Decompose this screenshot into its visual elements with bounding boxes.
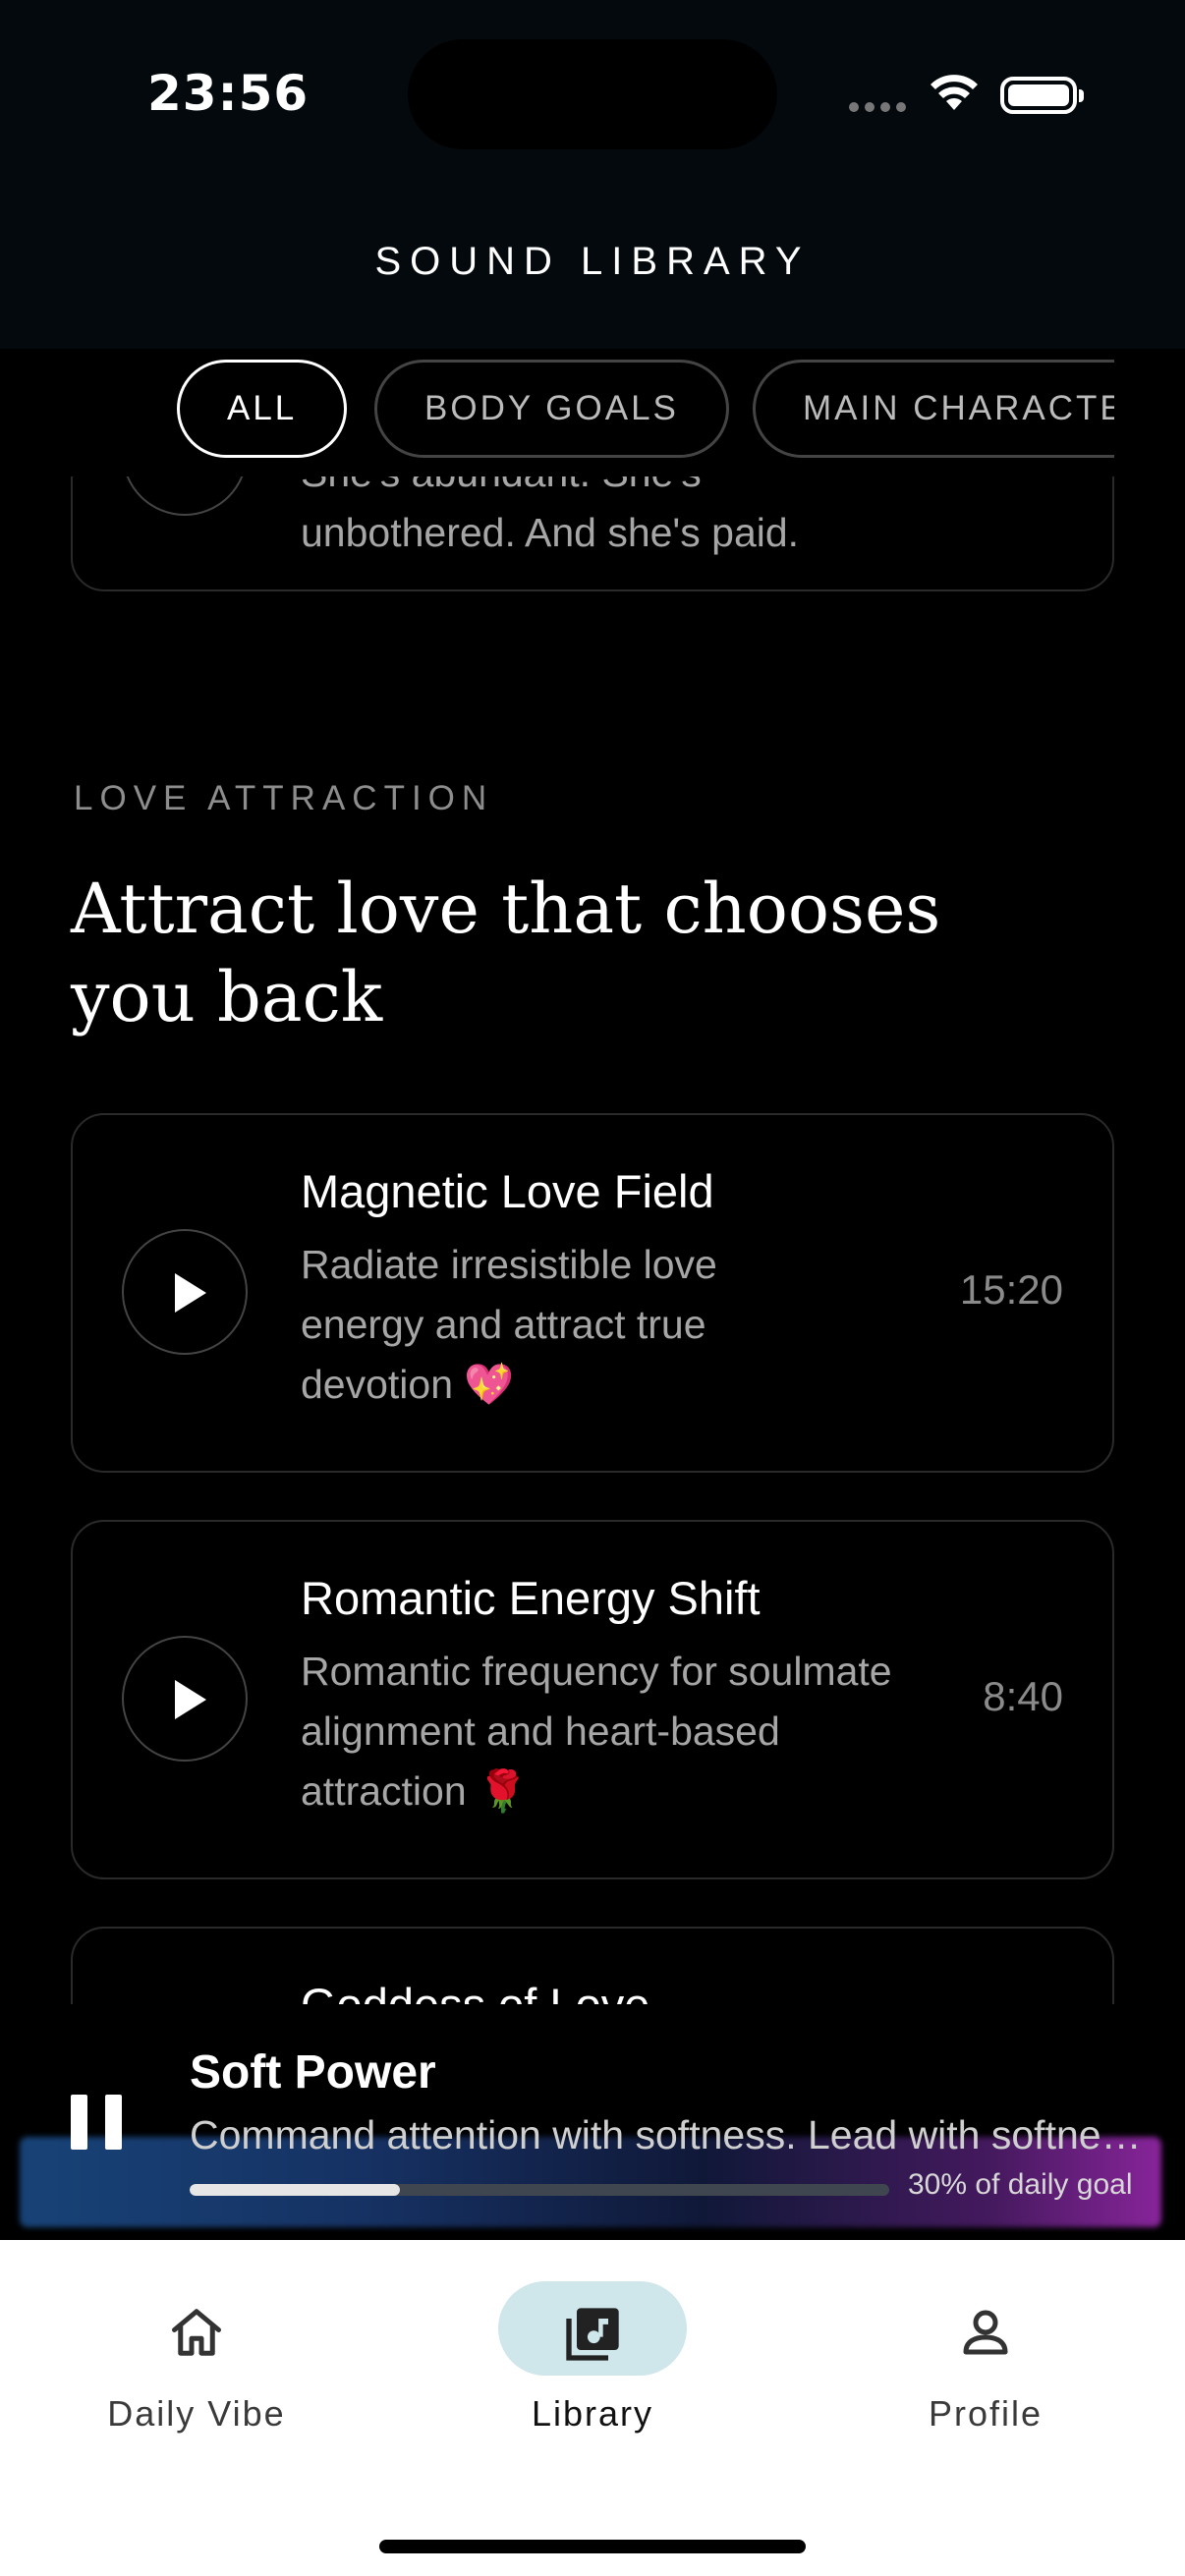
track-card-partial[interactable]: She's abundant. She's unbothered. And sh… — [71, 476, 1114, 591]
track-description-line: unbothered. And she's paid. — [301, 510, 800, 555]
cellular-signal-icon — [849, 102, 906, 112]
track-card[interactable]: Romantic Energy Shift Romantic frequency… — [71, 1520, 1114, 1879]
section-label: LOVE ATTRACTION — [74, 779, 494, 817]
progress-bar[interactable] — [190, 2184, 889, 2196]
track-card[interactable]: Magnetic Love Field Radiate irresistible… — [71, 1113, 1114, 1473]
filter-chip-all[interactable]: ALL — [177, 360, 348, 458]
dynamic-island — [408, 39, 777, 149]
nav-item-library[interactable]: Library — [445, 2240, 740, 2456]
player-subtitle: Command attention with softness. Lead wi… — [190, 2112, 1157, 2157]
track-title: Romantic Energy Shift — [301, 1572, 761, 1624]
nav-item-profile[interactable]: Profile — [838, 2240, 1133, 2456]
track-duration: 8:40 — [983, 1673, 1063, 1719]
filter-chips: ALL BODY GOALS MAIN CHARACTER — [0, 349, 1185, 476]
home-icon — [172, 2309, 221, 2356]
track-description: She's abundant. She's unbothered. And sh… — [301, 476, 969, 563]
page-title: SOUND LIBRARY — [374, 240, 811, 283]
status-time: 23:56 — [147, 65, 310, 122]
track-duration: 15:20 — [959, 1266, 1063, 1313]
mini-player[interactable]: Soft Power Command attention with softne… — [0, 2004, 1185, 2240]
bottom-nav: Daily Vibe Library Profile — [0, 2240, 1185, 2576]
progress-fill — [190, 2184, 400, 2196]
player-title: Soft Power — [190, 2046, 436, 2099]
home-indicator — [379, 2540, 806, 2553]
track-description-line: She's abundant. She's — [301, 476, 969, 503]
filter-chip-main-character[interactable]: MAIN CHARACTER — [753, 360, 1114, 458]
play-button[interactable] — [122, 1636, 248, 1762]
track-title: Magnetic Love Field — [301, 1165, 714, 1217]
wifi-icon — [931, 75, 978, 110]
play-button[interactable] — [122, 1229, 248, 1355]
track-title: Goddess of Love — [301, 1978, 649, 2004]
filter-chip-body-goals[interactable]: BODY GOALS — [374, 360, 729, 458]
nav-label: Library — [531, 2393, 654, 2434]
track-description: Radiate irresistible love energy and att… — [301, 1242, 717, 1407]
track-description: Romantic frequency for soulmate alignmen… — [301, 1649, 892, 1814]
library-scroll[interactable]: She's abundant. She's unbothered. And sh… — [0, 476, 1185, 2004]
profile-icon — [963, 2310, 1008, 2355]
play-button[interactable] — [122, 476, 248, 516]
nav-label: Daily Vibe — [107, 2393, 286, 2434]
battery-icon — [1000, 77, 1084, 114]
nav-label: Profile — [928, 2393, 1044, 2434]
nav-item-daily-vibe[interactable]: Daily Vibe — [49, 2240, 344, 2456]
section-title: Attract love that chooses you back — [71, 868, 941, 1037]
daily-goal-text: 30% of daily goal — [908, 2168, 1133, 2201]
track-card[interactable]: Goddess of Love — [71, 1927, 1114, 2004]
pause-button[interactable] — [69, 2095, 124, 2150]
music-library-icon — [566, 2308, 619, 2361]
